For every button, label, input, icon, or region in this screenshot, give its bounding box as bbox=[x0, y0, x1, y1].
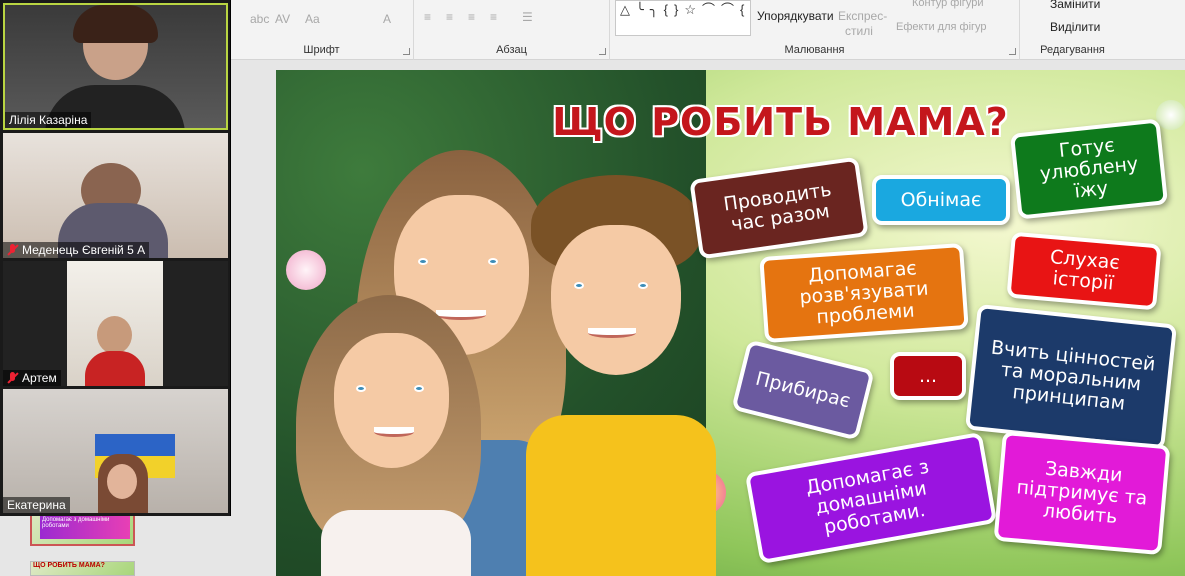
arrange-button[interactable]: Упорядкувати bbox=[757, 9, 834, 23]
illustration-girl bbox=[296, 295, 486, 576]
participant-head bbox=[97, 316, 132, 354]
align-center-icon[interactable]: ≡ bbox=[446, 10, 453, 24]
strikethrough-button[interactable]: abc bbox=[250, 12, 269, 26]
card-hugs[interactable]: Обнімає bbox=[872, 175, 1010, 225]
change-case-button[interactable]: Aa bbox=[305, 12, 320, 26]
mic-muted-icon bbox=[7, 372, 19, 384]
girl-face bbox=[334, 333, 449, 468]
paragraph-group: ≡ ≡ ≡ ≡ ☰ Абзац bbox=[414, 0, 610, 60]
font-color-button[interactable]: A bbox=[383, 12, 391, 26]
participant-name: Артем bbox=[3, 370, 61, 386]
flower-decoration bbox=[286, 250, 326, 290]
card-teaches-values[interactable]: Вчить цінностей та моральним принципам bbox=[964, 303, 1178, 451]
participant-name: Меденець Євгеній 5 А bbox=[3, 242, 150, 258]
mother-eye-left bbox=[418, 258, 428, 265]
boy-eye-left bbox=[574, 282, 584, 289]
video-tile-lilia[interactable]: Лілія Казаріна bbox=[3, 3, 228, 130]
columns-icon[interactable]: ☰ bbox=[522, 10, 533, 24]
participant-video bbox=[67, 261, 163, 386]
mother-eye-right bbox=[488, 258, 498, 265]
card-cleans[interactable]: Прибирає bbox=[731, 339, 875, 441]
illustration-boy bbox=[526, 170, 716, 576]
paragraph-dialog-launcher[interactable] bbox=[599, 48, 606, 55]
girl-smile bbox=[374, 427, 414, 437]
boy-shirt bbox=[526, 415, 716, 576]
card-listens-stories[interactable]: Слухає історії bbox=[1006, 231, 1162, 311]
mic-muted-icon bbox=[7, 244, 19, 256]
flag-blue bbox=[95, 434, 175, 456]
replace-button[interactable]: Замінити bbox=[1050, 0, 1100, 11]
shape-effects-button[interactable]: Ефекти для фігур bbox=[896, 21, 987, 33]
card-cooks-favorite-food[interactable]: Готує улюблену їжу bbox=[1009, 118, 1169, 220]
select-button[interactable]: Виділити bbox=[1050, 20, 1100, 34]
participant-face bbox=[107, 464, 137, 499]
slide-thumbnail-next[interactable]: ЩО РОБИТЬ МАМА? bbox=[30, 561, 135, 576]
boy-face bbox=[551, 225, 681, 375]
editing-group-label: Редагування bbox=[1040, 44, 1105, 56]
participant-body bbox=[85, 351, 145, 386]
video-tile-medenets[interactable]: Меденець Євгеній 5 А bbox=[3, 133, 228, 258]
thumbnail-title: ЩО РОБИТЬ МАМА? bbox=[33, 562, 105, 569]
paragraph-group-label: Абзац bbox=[496, 44, 527, 56]
editing-group: Замінити Виділити Редагування bbox=[1020, 0, 1185, 60]
quick-styles-line1[interactable]: Експрес- bbox=[838, 9, 887, 23]
card-spends-time[interactable]: Проводить час разом bbox=[689, 156, 869, 260]
participant-name: Екатерина bbox=[3, 497, 70, 513]
card-helps-solve-problems[interactable]: Допомагає розв'язувати проблеми bbox=[759, 242, 969, 344]
card-helps-homework[interactable]: Допомагає з домашніми роботами. bbox=[744, 431, 998, 565]
font-dialog-launcher[interactable] bbox=[403, 48, 410, 55]
girl-eye-left bbox=[356, 385, 366, 392]
participant-name-text: Меденець Євгеній 5 А bbox=[22, 243, 146, 257]
video-participants-panel: Лілія Казаріна Меденець Євгеній 5 А Арте… bbox=[0, 0, 231, 516]
shape-outline-button[interactable]: Контур фігури bbox=[912, 0, 983, 9]
girl-dress bbox=[321, 510, 471, 576]
participant-name: Лілія Казаріна bbox=[5, 112, 92, 128]
justify-icon[interactable]: ≡ bbox=[490, 10, 497, 24]
quick-styles-line2[interactable]: стилі bbox=[845, 24, 873, 38]
thumbnail-card-preview: Допомагає з домашніми роботами bbox=[40, 515, 130, 539]
slide-canvas[interactable]: ЩО РОБИТЬ МАМА? Проводить час разом Обні… bbox=[276, 70, 1185, 576]
align-left-icon[interactable]: ≡ bbox=[424, 10, 431, 24]
shapes-gallery[interactable]: △╰╮{}☆⌒⌒{} bbox=[615, 0, 751, 36]
card-always-supports[interactable]: Завжди підтримує та любить bbox=[993, 430, 1171, 556]
character-spacing-button[interactable]: AV bbox=[275, 12, 290, 26]
align-right-icon[interactable]: ≡ bbox=[468, 10, 475, 24]
video-tile-ekaterina[interactable]: Екатерина bbox=[3, 389, 228, 513]
boy-eye-right bbox=[638, 282, 648, 289]
drawing-group-label: Малювання bbox=[784, 44, 845, 56]
font-group-label: Шрифт bbox=[303, 44, 340, 56]
girl-eye-right bbox=[414, 385, 424, 392]
card-ellipsis[interactable]: ... bbox=[890, 352, 966, 400]
participant-hair bbox=[73, 5, 158, 43]
boy-smile bbox=[588, 328, 636, 338]
font-group: abc AV Aa A Шрифт bbox=[230, 0, 414, 60]
participant-name-text: Артем bbox=[22, 371, 57, 385]
drawing-dialog-launcher[interactable] bbox=[1009, 48, 1016, 55]
video-tile-artem[interactable]: Артем bbox=[3, 261, 228, 386]
